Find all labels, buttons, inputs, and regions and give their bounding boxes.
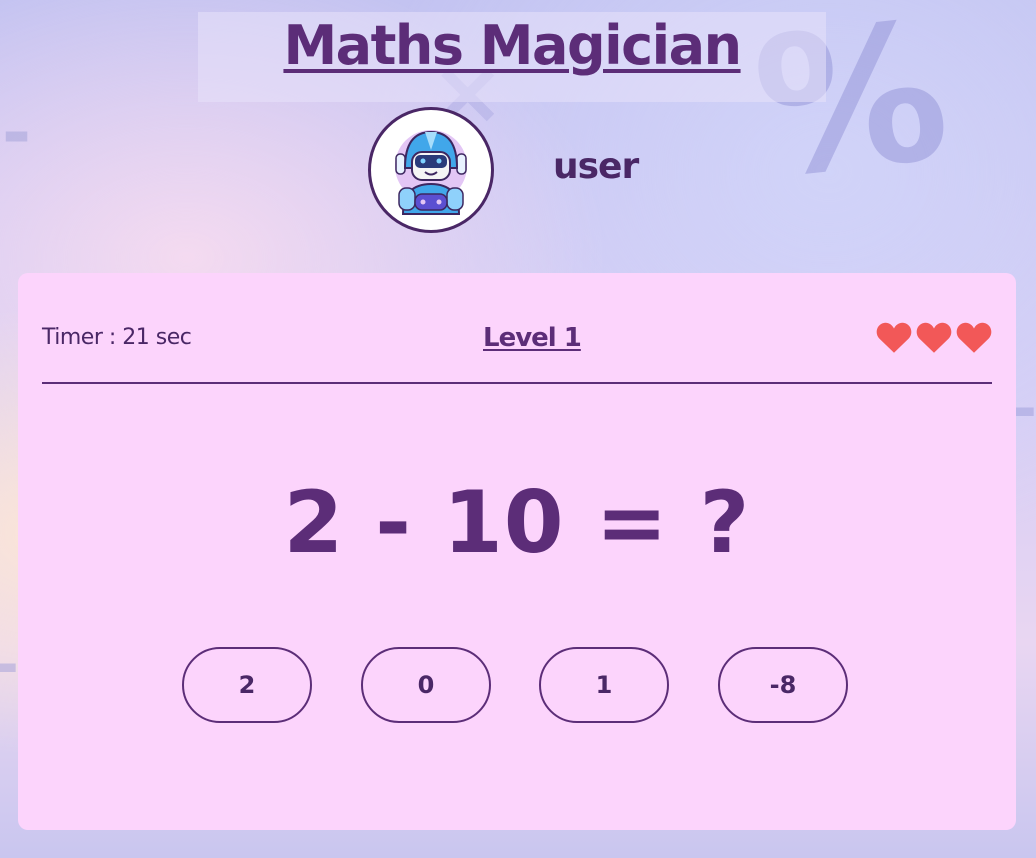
lives-indicator xyxy=(876,321,992,354)
answer-button-4[interactable]: -8 xyxy=(718,647,848,723)
heart-icon xyxy=(916,322,952,353)
heart-icon xyxy=(876,322,912,353)
question-text: 2 - 10 = ? xyxy=(283,473,751,573)
game-card: Timer : 21 sec Level 1 2 - 10 = ? 2 0 1 … xyxy=(18,273,1016,830)
level-link[interactable]: Level 1 xyxy=(483,323,582,353)
answer-button-2[interactable]: 0 xyxy=(361,647,491,723)
user-avatar[interactable] xyxy=(368,107,494,233)
title-banner: Maths Magician xyxy=(198,12,826,102)
timer-label: Timer : 21 sec xyxy=(42,325,192,350)
background-minus-symbol-left: - xyxy=(0,630,19,700)
heart-icon xyxy=(956,322,992,353)
robot-avatar-icon xyxy=(395,130,467,215)
background-minus-symbol: - xyxy=(2,92,32,174)
username-label: user xyxy=(553,146,639,187)
answer-button-1[interactable]: 2 xyxy=(182,647,312,723)
header-divider xyxy=(42,382,992,384)
app-title[interactable]: Maths Magician xyxy=(283,14,742,77)
answer-button-3[interactable]: 1 xyxy=(539,647,669,723)
